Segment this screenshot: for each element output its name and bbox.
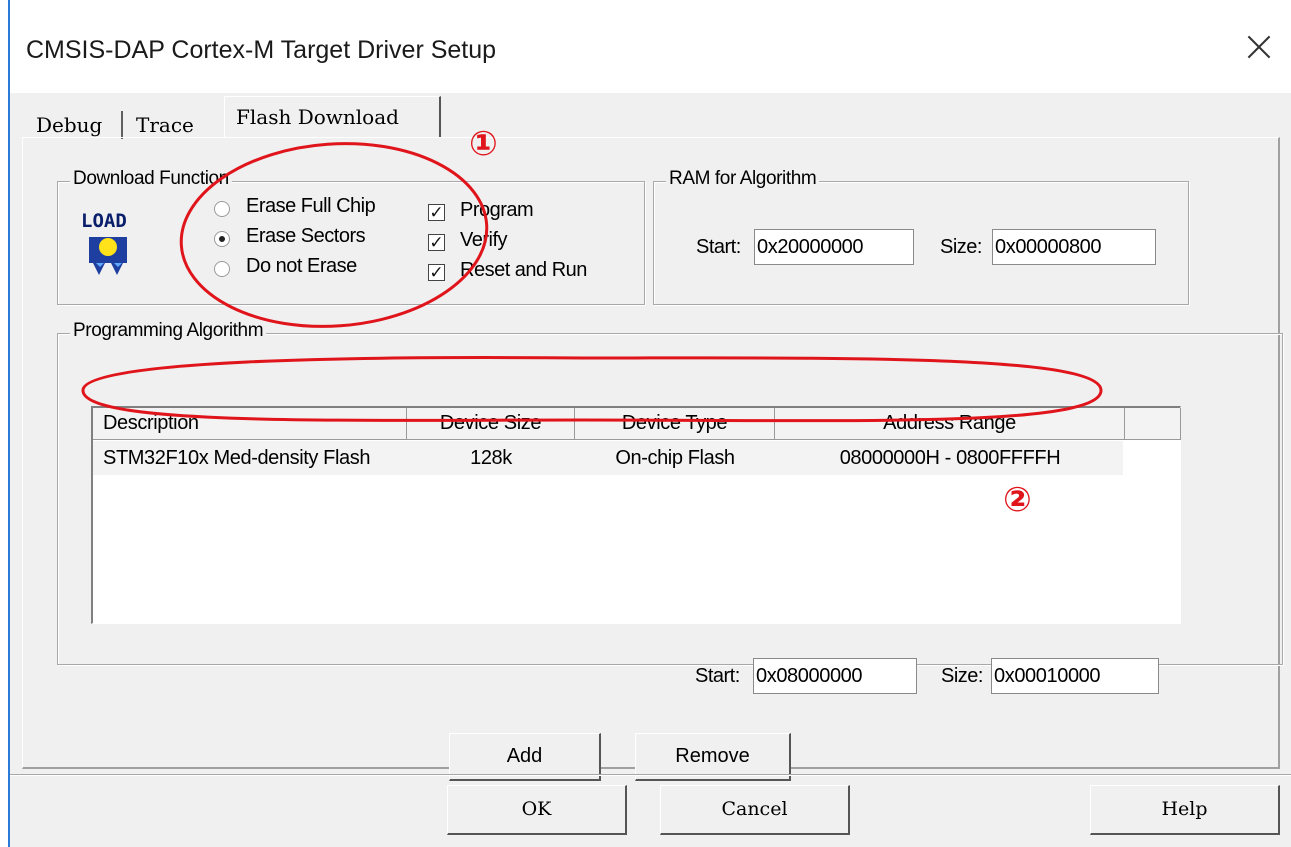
row-device-type: On-chip Flash <box>615 447 735 469</box>
programming-algorithm-title: Programming Algorithm <box>70 320 267 342</box>
ram-size-label: Size: <box>940 236 982 258</box>
window-title: CMSIS-DAP Cortex-M Target Driver Setup <box>26 36 497 64</box>
download-function-title: Download Function <box>70 168 232 190</box>
program-checkbox[interactable]: ✓ <box>428 204 445 221</box>
cancel-button[interactable]: Cancel <box>660 785 850 835</box>
verify-label: Verify <box>460 229 508 251</box>
erase-sectors-radio[interactable] <box>214 231 230 247</box>
table-row[interactable]: STM32F10x Med-density Flash 128k On-chip… <box>93 441 1123 475</box>
annotation-two: ② <box>1003 481 1032 519</box>
reset-and-run-checkbox[interactable]: ✓ <box>428 264 445 281</box>
bottom-divider <box>10 774 1291 776</box>
column-device-type[interactable]: Device Type <box>575 408 775 440</box>
column-extra <box>1125 408 1181 440</box>
ram-start-field[interactable]: 0x20000000 <box>754 229 914 265</box>
do-not-erase-radio[interactable] <box>214 261 230 277</box>
ram-for-algorithm-title: RAM for Algorithm <box>666 168 820 190</box>
setup-dialog: Debug Trace Flash Download Download Func… <box>10 93 1291 847</box>
tab-debug[interactable]: Debug <box>36 113 102 137</box>
flash-start-field[interactable]: 0x08000000 <box>753 658 917 694</box>
ram-for-algorithm-group: RAM for Algorithm Start: 0x20000000 Size… <box>653 168 1189 305</box>
load-icon: LOAD <box>81 210 127 275</box>
close-icon[interactable] <box>1241 30 1277 66</box>
verify-checkbox[interactable]: ✓ <box>428 234 445 251</box>
program-label: Program <box>460 199 534 221</box>
erase-sectors-label: Erase Sectors <box>246 225 366 247</box>
ram-start-label: Start: <box>696 236 741 258</box>
row-description: STM32F10x Med-density Flash <box>103 447 371 469</box>
tab-separator <box>121 111 123 139</box>
row-address-range: 08000000H - 0800FFFFH <box>839 447 1061 469</box>
flash-download-panel: Download Function LOAD Erase Full Chip E… <box>22 125 1283 781</box>
erase-full-chip-radio[interactable] <box>214 201 230 217</box>
ok-button[interactable]: OK <box>447 785 627 835</box>
column-description[interactable]: Description <box>93 408 407 440</box>
tab-flash-download[interactable]: Flash Download <box>236 105 399 129</box>
reset-and-run-label: Reset and Run <box>460 259 587 281</box>
ram-size-field[interactable]: 0x00000800 <box>992 229 1156 265</box>
help-button[interactable]: Help <box>1090 785 1280 835</box>
tab-trace[interactable]: Trace <box>136 113 194 137</box>
annotation-one: ① <box>469 125 498 163</box>
column-address-range[interactable]: Address Range <box>775 408 1125 440</box>
flash-size-field[interactable]: 0x00010000 <box>991 658 1159 694</box>
flash-size-label: Size: <box>941 665 983 687</box>
load-icon-text: LOAD <box>81 210 127 232</box>
flash-start-label: Start: <box>695 665 740 687</box>
row-device-size: 128k <box>470 447 512 469</box>
column-device-size[interactable]: Device Size <box>407 408 575 440</box>
do-not-erase-label: Do not Erase <box>246 255 357 277</box>
erase-full-chip-label: Erase Full Chip <box>246 195 376 217</box>
download-function-group: Download Function LOAD Erase Full Chip E… <box>57 168 645 305</box>
